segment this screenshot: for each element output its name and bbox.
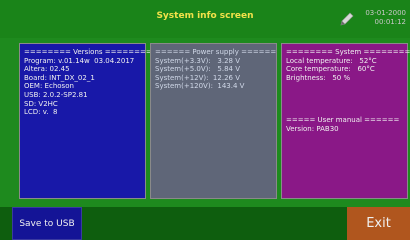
title-bar: System info screen 03-01-2000 00:01:12 xyxy=(0,0,410,38)
power-header: ====== Power supply ====== xyxy=(155,48,277,56)
local-temperature: Local temperature: 52°C xyxy=(286,56,377,65)
power-120v: System(+120V): 143.4 V xyxy=(155,82,245,91)
system-panel: ======== System ======== Local temperatu… xyxy=(281,43,410,199)
datetime: 03-01-2000 00:01:12 xyxy=(360,9,406,27)
save-to-usb-button[interactable]: Save to USB xyxy=(12,207,82,240)
pen-icon[interactable] xyxy=(338,10,356,28)
user-manual-header: ===== User manual ====== xyxy=(286,116,400,125)
power-3v3: System(+3.3V): 3.28 V xyxy=(155,56,240,65)
usb-version: USB: 2.0.2-SP2.81 xyxy=(24,90,88,99)
exit-button[interactable]: Exit xyxy=(347,207,410,240)
sd-version: SD: V2HC xyxy=(24,99,58,108)
versions-panel: ======== Versions ======== Program: v.01… xyxy=(19,43,152,199)
oem-version: OEM: Echoson xyxy=(24,82,74,91)
brightness: Brightness: 50 % xyxy=(286,73,351,82)
power-5v: System(+5.0V): 5.84 V xyxy=(155,65,240,74)
power-12v: System(+12V): 12.26 V xyxy=(155,73,240,82)
time-text: 00:01:12 xyxy=(374,18,406,26)
board-version: Board: INT_DX_02_1 xyxy=(24,73,95,82)
versions-header: ======== Versions ======== xyxy=(24,48,152,56)
lcd-version: LCD: v. 8 xyxy=(24,108,58,117)
program-version: Program: v.01.14w 03.04.2017 xyxy=(24,56,135,65)
system-header: ======== System ======== xyxy=(286,48,410,56)
user-manual-version: Version: PAB30 xyxy=(286,124,339,133)
power-supply-panel: ====== Power supply ====== System(+3.3V)… xyxy=(150,43,277,199)
core-temperature: Core temperature: 60°C xyxy=(286,65,375,74)
altera-version: Altera: 02.45 xyxy=(24,65,70,74)
date-text: 03-01-2000 xyxy=(365,9,406,17)
